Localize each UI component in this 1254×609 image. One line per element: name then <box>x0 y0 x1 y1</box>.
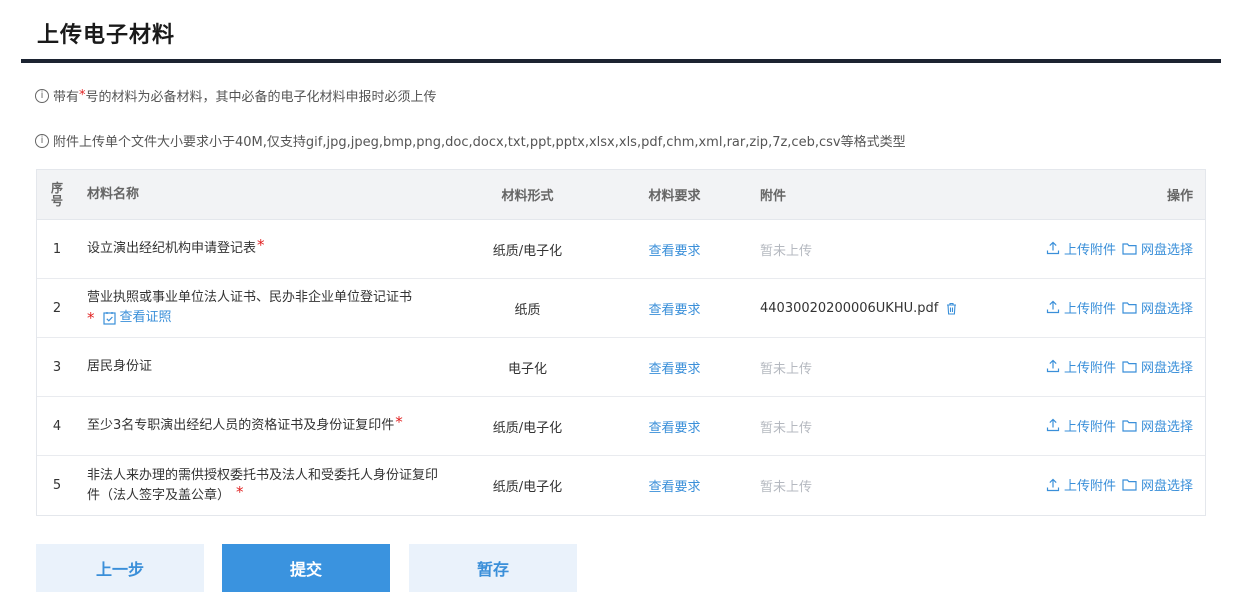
folder-icon <box>1122 243 1137 255</box>
required-star: * <box>395 413 403 431</box>
info-icon: i <box>35 88 49 103</box>
attachment-status: 暂未上传 <box>760 243 813 259</box>
row-index: 3 <box>52 359 62 375</box>
row-index: 2 <box>52 300 62 316</box>
upload-attachment-label: 上传附件 <box>1063 419 1116 435</box>
notice-text-suffix: 号的材料为必备材料，其中必备的电子化材料申报时必须上传 <box>85 90 437 105</box>
table-row: 1 设立演出经纪机构申请登记表* 纸质/电子化 查看要求 暂未上传 上传附件 网… <box>37 220 1205 279</box>
upload-icon <box>1046 478 1060 491</box>
upload-attachment-label: 上传附件 <box>1063 242 1116 258</box>
title-divider <box>21 59 1221 63</box>
netdisk-select-button[interactable]: 网盘选择 <box>1122 357 1193 376</box>
header-form: 材料形式 <box>501 189 554 204</box>
material-name-text: 营业执照或事业单位法人证书、民办非企业单位登记证书 <box>87 290 413 305</box>
row-index: 4 <box>52 418 62 434</box>
attachment-status: 暂未上传 <box>760 361 813 377</box>
material-form: 电子化 <box>507 361 547 377</box>
certificate-check-icon <box>102 312 116 325</box>
material-name: 居民身份证 <box>77 357 449 377</box>
view-requirement-link[interactable]: 查看要求 <box>648 362 700 377</box>
header-index: 序号 <box>50 180 63 208</box>
material-name-text: 设立演出经纪机构申请登记表 <box>87 241 257 256</box>
required-star: * <box>87 309 95 327</box>
material-form: 纸质/电子化 <box>492 480 563 495</box>
material-form: 纸质/电子化 <box>492 243 563 259</box>
upload-icon <box>1046 241 1060 255</box>
table-row: 4 至少3名专职演出经纪人员的资格证书及身份证复印件* 纸质/电子化 查看要求 … <box>37 397 1205 456</box>
table-row: 3 居民身份证 电子化 查看要求 暂未上传 上传附件 网盘选择 <box>37 338 1205 397</box>
material-name: 营业执照或事业单位法人证书、民办非企业单位登记证书 * 查看证照 <box>77 288 449 328</box>
info-icon: i <box>35 133 49 148</box>
view-certificate-label: 查看证照 <box>119 310 172 325</box>
table-header: 序号 材料名称 材料形式 材料要求 附件 操作 <box>37 170 1205 220</box>
folder-icon <box>1122 361 1137 373</box>
netdisk-select-label: 网盘选择 <box>1140 479 1193 495</box>
folder-icon <box>1122 420 1137 432</box>
material-name-text: 居民身份证 <box>87 359 153 374</box>
trash-icon[interactable] <box>946 302 957 315</box>
view-certificate-link[interactable]: 查看证照 <box>102 308 172 328</box>
upload-icon <box>1046 418 1060 432</box>
netdisk-select-button[interactable]: 网盘选择 <box>1122 298 1193 317</box>
netdisk-select-button[interactable]: 网盘选择 <box>1122 475 1193 494</box>
save-draft-button[interactable]: 暂存 <box>409 544 577 592</box>
attachment-status: 暂未上传 <box>760 480 813 495</box>
upload-attachment-button[interactable]: 上传附件 <box>1046 239 1116 258</box>
page-title: 上传电子材料 <box>37 23 176 48</box>
file-size-notice: i 附件上传单个文件大小要求小于40M,仅支持gif,jpg,jpeg,bmp,… <box>35 131 906 150</box>
attachment-status: 暂未上传 <box>760 420 813 436</box>
submit-button[interactable]: 提交 <box>222 544 390 592</box>
folder-icon <box>1122 479 1137 491</box>
required-star: * <box>236 482 244 501</box>
upload-attachment-label: 上传附件 <box>1063 479 1116 495</box>
upload-icon <box>1046 359 1060 373</box>
file-size-notice-text: 附件上传单个文件大小要求小于40M,仅支持gif,jpg,jpeg,bmp,pn… <box>53 135 906 150</box>
netdisk-select-label: 网盘选择 <box>1140 419 1193 435</box>
attachment-filename[interactable]: 44030020200006UKHU.pdf <box>760 301 938 316</box>
table-row: 2 营业执照或事业单位法人证书、民办非企业单位登记证书 * 查看证照 纸质 查看… <box>37 279 1205 338</box>
required-notice: i 带有 * 号的材料为必备材料，其中必备的电子化材料申报时必须上传 <box>35 86 437 105</box>
view-requirement-link[interactable]: 查看要求 <box>648 303 700 318</box>
netdisk-select-button[interactable]: 网盘选择 <box>1122 416 1193 435</box>
attachment-file: 44030020200006UKHU.pdf <box>743 301 973 316</box>
upload-attachment-button[interactable]: 上传附件 <box>1046 416 1116 435</box>
header-attachment: 附件 <box>760 189 787 204</box>
table-row: 5 非法人来办理的需供授权委托书及法人和受委托人身份证复印件（法人签字及盖公章）… <box>37 456 1205 515</box>
material-name-text: 至少3名专职演出经纪人员的资格证书及身份证复印件 <box>87 418 395 433</box>
view-requirement-link[interactable]: 查看要求 <box>648 480 700 495</box>
header-requirement: 材料要求 <box>648 189 701 204</box>
materials-table: 序号 材料名称 材料形式 材料要求 附件 操作 1 设立演出经纪机构申请登记表*… <box>36 169 1206 516</box>
folder-icon <box>1122 302 1137 314</box>
row-index: 1 <box>52 241 62 257</box>
netdisk-select-label: 网盘选择 <box>1140 242 1193 258</box>
view-requirement-link[interactable]: 查看要求 <box>648 421 700 436</box>
view-requirement-link[interactable]: 查看要求 <box>648 244 700 259</box>
required-star: * <box>257 236 265 254</box>
header-action: 操作 <box>1166 189 1193 204</box>
header-name: 材料名称 <box>87 186 140 202</box>
netdisk-select-label: 网盘选择 <box>1140 301 1193 317</box>
upload-attachment-button[interactable]: 上传附件 <box>1046 357 1116 376</box>
upload-icon <box>1046 300 1060 314</box>
material-name: 至少3名专职演出经纪人员的资格证书及身份证复印件* <box>77 413 449 436</box>
material-name-text: 非法人来办理的需供授权委托书及法人和受委托人身份证复印件（法人签字及盖公章） <box>87 467 439 503</box>
row-index: 5 <box>52 478 62 493</box>
material-form: 纸质/电子化 <box>492 420 563 436</box>
upload-attachment-button[interactable]: 上传附件 <box>1046 475 1116 494</box>
material-name: 非法人来办理的需供授权委托书及法人和受委托人身份证复印件（法人签字及盖公章） * <box>77 466 449 506</box>
upload-attachment-label: 上传附件 <box>1063 301 1116 317</box>
material-form: 纸质 <box>514 302 541 318</box>
upload-attachment-label: 上传附件 <box>1063 360 1116 376</box>
notice-text-prefix: 带有 <box>53 90 80 105</box>
previous-step-button[interactable]: 上一步 <box>36 544 204 592</box>
netdisk-select-button[interactable]: 网盘选择 <box>1122 239 1193 258</box>
netdisk-select-label: 网盘选择 <box>1140 360 1193 376</box>
material-name: 设立演出经纪机构申请登记表* <box>77 236 449 259</box>
upload-attachment-button[interactable]: 上传附件 <box>1046 298 1116 317</box>
